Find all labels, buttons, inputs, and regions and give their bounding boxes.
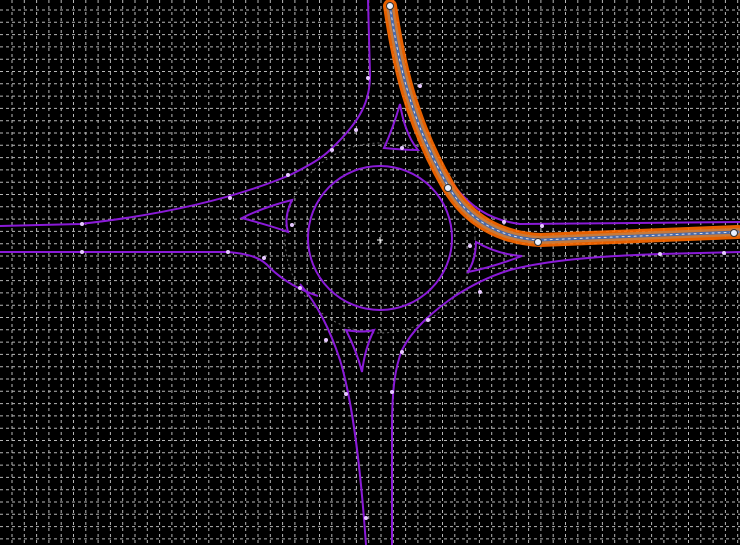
west-splitter-island[interactable] xyxy=(239,198,294,234)
west-road-top-edge[interactable] xyxy=(0,149,331,227)
south-splitter-island[interactable] xyxy=(344,328,376,373)
road-network-canvas[interactable] xyxy=(0,0,740,545)
east-splitter-island[interactable] xyxy=(465,240,523,274)
crosshair-icon xyxy=(377,237,383,243)
road-vertex-nodes xyxy=(80,76,726,520)
east-road-bottom-edge[interactable] xyxy=(451,251,740,299)
route-control-points[interactable] xyxy=(386,2,738,246)
